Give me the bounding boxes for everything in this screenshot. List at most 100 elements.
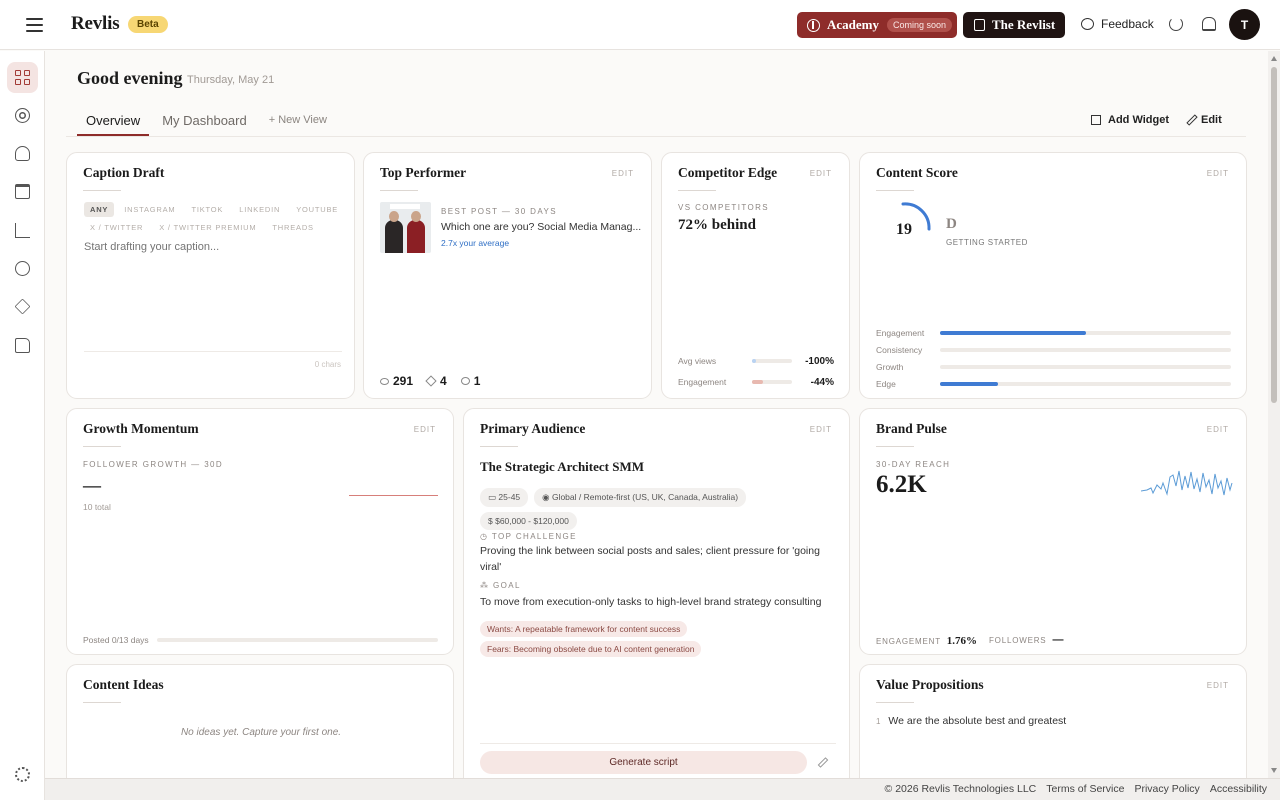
refresh-icon[interactable] xyxy=(1169,17,1183,31)
engagement-stat: ENGAGEMENT 1.76% xyxy=(876,635,977,647)
sidebar-item-settings[interactable] xyxy=(7,759,38,790)
title-underline xyxy=(83,702,121,703)
caption-draft-card: Caption Draft ANY INSTAGRAM TIKTOK LINKE… xyxy=(66,152,355,399)
edit-link[interactable]: EDIT xyxy=(1207,681,1229,690)
edit-link[interactable]: EDIT xyxy=(414,425,436,434)
progress-bar xyxy=(752,380,792,384)
followers-label: FOLLOWERS xyxy=(989,636,1047,645)
pencil-icon xyxy=(1186,114,1198,126)
scroll-down-arrow[interactable] xyxy=(1271,768,1277,773)
vs-competitors-label: VS COMPETITORS xyxy=(678,203,770,212)
platform-instagram[interactable]: INSTAGRAM xyxy=(118,202,181,217)
terms-link[interactable]: Terms of Service xyxy=(1046,783,1124,795)
generate-script-button[interactable]: Generate script xyxy=(480,751,807,774)
sidebar-item-analytics[interactable] xyxy=(7,215,38,246)
value-propositions-card: Value Propositions EDIT 1 We are the abs… xyxy=(859,664,1247,780)
grid-plus-icon xyxy=(1091,115,1101,125)
reach-sparkline xyxy=(1141,470,1233,496)
feedback-button[interactable]: Feedback xyxy=(1081,17,1154,31)
sidebar-item-files[interactable] xyxy=(7,330,38,361)
edit-link[interactable]: EDIT xyxy=(1207,169,1229,178)
edit-label: Edit xyxy=(1201,114,1222,126)
book-icon xyxy=(974,19,985,31)
card-title: Competitor Edge xyxy=(678,165,778,180)
sidebar-item-calendar[interactable] xyxy=(7,176,38,207)
followers-stat: FOLLOWERS — xyxy=(989,634,1064,646)
edit-link[interactable]: EDIT xyxy=(810,425,832,434)
calendar-icon xyxy=(15,184,30,199)
view-tabs: Overview My Dashboard + New View xyxy=(77,104,349,136)
target-icon xyxy=(15,108,30,123)
top-performer-card: Top Performer EDIT BEST POST — 30 DAYS W… xyxy=(363,152,652,399)
beta-badge: Beta xyxy=(128,16,168,33)
revlist-button[interactable]: The Revlist xyxy=(963,12,1065,38)
multiplier-text: 2.7x your average xyxy=(441,238,510,248)
page-title: Good evening xyxy=(77,68,183,88)
wants-tag: Wants: A repeatable framework for conten… xyxy=(480,619,688,637)
row-label: Engagement xyxy=(876,328,925,338)
menu-icon[interactable] xyxy=(26,18,43,32)
platform-x-twitter[interactable]: X / TWITTER xyxy=(84,220,149,235)
card-title: Growth Momentum xyxy=(83,421,199,436)
coming-soon-badge: Coming soon xyxy=(887,18,953,32)
page-scrollbar[interactable] xyxy=(1268,51,1280,778)
sidebar-item-audience[interactable] xyxy=(7,138,38,169)
fears-tag: Fears: Becoming obsolete due to AI conte… xyxy=(480,639,702,657)
sidebar-item-content[interactable] xyxy=(7,291,38,322)
sidebar-item-dashboard[interactable] xyxy=(7,62,38,93)
scroll-thumb[interactable] xyxy=(1271,67,1277,403)
calendar-icon: ▭ xyxy=(488,492,499,502)
caption-input[interactable] xyxy=(84,241,342,253)
platform-x-twitter-premium[interactable]: X / TWITTER PREMIUM xyxy=(153,220,262,235)
score-status: GETTING STARTED xyxy=(946,238,1028,247)
value-prop-item[interactable]: 1 We are the absolute best and greatest xyxy=(876,715,1066,727)
edit-link[interactable]: EDIT xyxy=(612,169,634,178)
edit-link[interactable]: EDIT xyxy=(1207,425,1229,434)
scroll-up-arrow[interactable] xyxy=(1271,56,1277,61)
add-widget-label: Add Widget xyxy=(1108,114,1169,126)
sidebar-item-goals[interactable] xyxy=(7,100,38,131)
engagement-row: Engagement -44% xyxy=(678,376,834,388)
score-grade: D xyxy=(946,216,957,232)
tab-my-dashboard[interactable]: My Dashboard xyxy=(162,104,247,136)
folder-icon xyxy=(15,338,30,353)
tabs-divider xyxy=(66,136,1246,137)
platform-youtube[interactable]: YOUTUBE xyxy=(290,202,344,217)
row-label: Edge xyxy=(876,379,896,389)
footer-links: © 2026 Revlis Technologies LLC Terms of … xyxy=(875,783,1267,795)
row-value: -44% xyxy=(810,376,834,388)
sidebar-item-brand[interactable] xyxy=(7,253,38,284)
platform-threads[interactable]: THREADS xyxy=(266,220,319,235)
row-label: Growth xyxy=(876,362,904,372)
chat-bubble-icon xyxy=(1081,18,1094,30)
platform-linkedin[interactable]: LINKEDIN xyxy=(233,202,286,217)
accessibility-link[interactable]: Accessibility xyxy=(1210,783,1267,795)
app-logo[interactable]: Revlis xyxy=(71,13,120,35)
views-count: 291 xyxy=(393,374,414,388)
fears-chip: Fears: Becoming obsolete due to AI conte… xyxy=(480,641,702,657)
demographic-chips: ▭ 25-45 ◉ Global / Remote-first (US, UK, … xyxy=(480,487,840,534)
add-widget-button[interactable]: Add Widget xyxy=(1091,114,1169,126)
edit-link[interactable]: EDIT xyxy=(810,169,832,178)
bell-icon[interactable] xyxy=(1202,17,1216,31)
tab-overview[interactable]: Overview xyxy=(77,104,150,136)
platform-any[interactable]: ANY xyxy=(84,202,115,217)
new-view-button[interactable]: + New View xyxy=(269,104,327,136)
edit-dashboard-button[interactable]: Edit xyxy=(1186,114,1222,126)
posting-progress-bar xyxy=(157,638,438,642)
income-chip: $ $60,000 - $120,000 xyxy=(480,512,577,530)
title-underline xyxy=(876,446,914,447)
platform-tiktok[interactable]: TIKTOK xyxy=(185,202,229,217)
avatar[interactable]: T xyxy=(1229,9,1260,40)
academy-button[interactable]: Academy Coming soon xyxy=(797,12,957,38)
title-underline xyxy=(380,190,418,191)
users-icon xyxy=(15,146,30,161)
post-title[interactable]: Which one are you? Social Media Manag... xyxy=(441,221,641,233)
privacy-link[interactable]: Privacy Policy xyxy=(1134,783,1199,795)
caption-divider xyxy=(84,351,342,352)
comment-icon xyxy=(460,377,470,385)
pencil-icon[interactable] xyxy=(817,757,829,768)
post-thumbnail[interactable] xyxy=(380,202,431,253)
score-row-growth: Growth xyxy=(876,362,1231,372)
clock-icon: ◷ xyxy=(480,532,492,541)
